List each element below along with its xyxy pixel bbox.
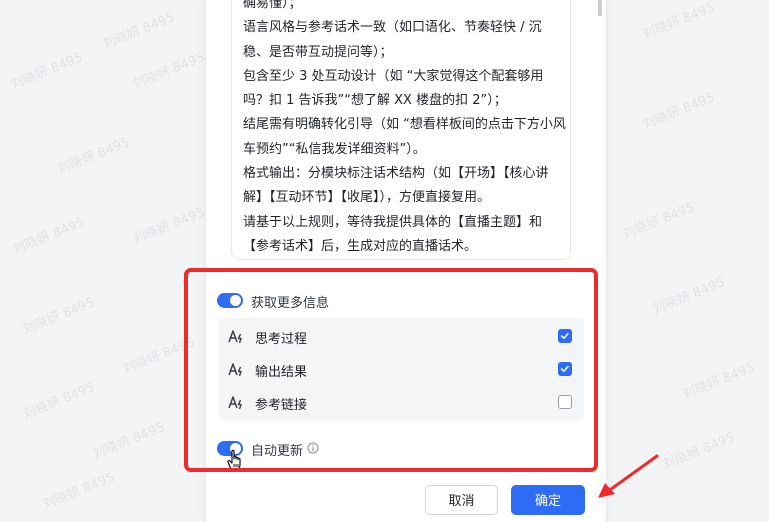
watermark: 刘晓妍 8495 — [20, 380, 98, 423]
watermark: 刘晓妍 8495 — [20, 295, 98, 338]
prompt-line: 请基于以上规则，等待我提供具体的【直播主题】和 — [243, 214, 543, 230]
watermark: 刘晓妍 8495 — [660, 430, 738, 473]
prompt-line: 车预约”“私信我发详细资料”）。 — [243, 141, 426, 157]
watermark: 刘晓妍 8495 — [55, 135, 133, 178]
watermark: 刘晓妍 8495 — [680, 360, 758, 403]
watermark: 刘晓妍 8495 — [100, 10, 178, 53]
prompt-line: 结尾需有明确转化引导（如 “想看样板间的点击下方小风 — [243, 117, 566, 133]
watermark: 刘晓妍 8495 — [620, 200, 698, 243]
watermark: 刘晓妍 8495 — [10, 215, 88, 258]
screen: 刘晓妍 8495 刘晓妍 8495 刘晓妍 8495 刘晓妍 8495 刘晓妍 … — [0, 0, 769, 522]
watermark: 刘晓妍 8495 — [40, 470, 118, 513]
watermark: 刘晓妍 8495 — [8, 50, 86, 93]
prompt-textarea[interactable]: 确易懂）； 语言风格与参考话术一致（如口语化、节奏轻快 / 沉 稳、是否带互动提… — [231, 0, 571, 260]
prompt-line: 吗？扣 1 告诉我”“想了解 XX 楼盘的扣 2”）； — [243, 93, 507, 109]
watermark: 刘晓妍 8495 — [130, 50, 208, 93]
scrollbar-thumb[interactable] — [598, 0, 602, 16]
watermark: 刘晓妍 8495 — [90, 420, 168, 463]
watermark: 刘晓妍 8495 — [130, 205, 208, 248]
prompt-line: 稳、是否带互动提问等）； — [243, 44, 393, 60]
prompt-line: 语言风格与参考话术一致（如口语化、节奏轻快 / 沉 — [243, 20, 542, 36]
cancel-button[interactable]: 取消 — [425, 485, 498, 515]
annotation-arrow-icon — [598, 454, 659, 498]
watermark: 刘晓妍 8495 — [640, 90, 718, 133]
prompt-line: 包含至少 3 处互动设计（如 “大家觉得这个配套够用 — [243, 68, 544, 84]
watermark: 刘晓妍 8495 — [650, 275, 728, 318]
prompt-line: 解】【互动环节】【收尾】），方便直接复用。 — [243, 190, 491, 206]
prompt-line: 确易懂）； — [243, 0, 302, 11]
watermark: 刘晓妍 8495 — [640, 0, 718, 43]
highlight-box — [184, 268, 598, 472]
prompt-line: 格式输出：分模块标注话术结构（如【开场】【核心讲 — [243, 166, 549, 182]
confirm-button[interactable]: 确定 — [511, 485, 585, 515]
prompt-line: 【参考话术】后，生成对应的直播话术。 — [243, 238, 478, 254]
